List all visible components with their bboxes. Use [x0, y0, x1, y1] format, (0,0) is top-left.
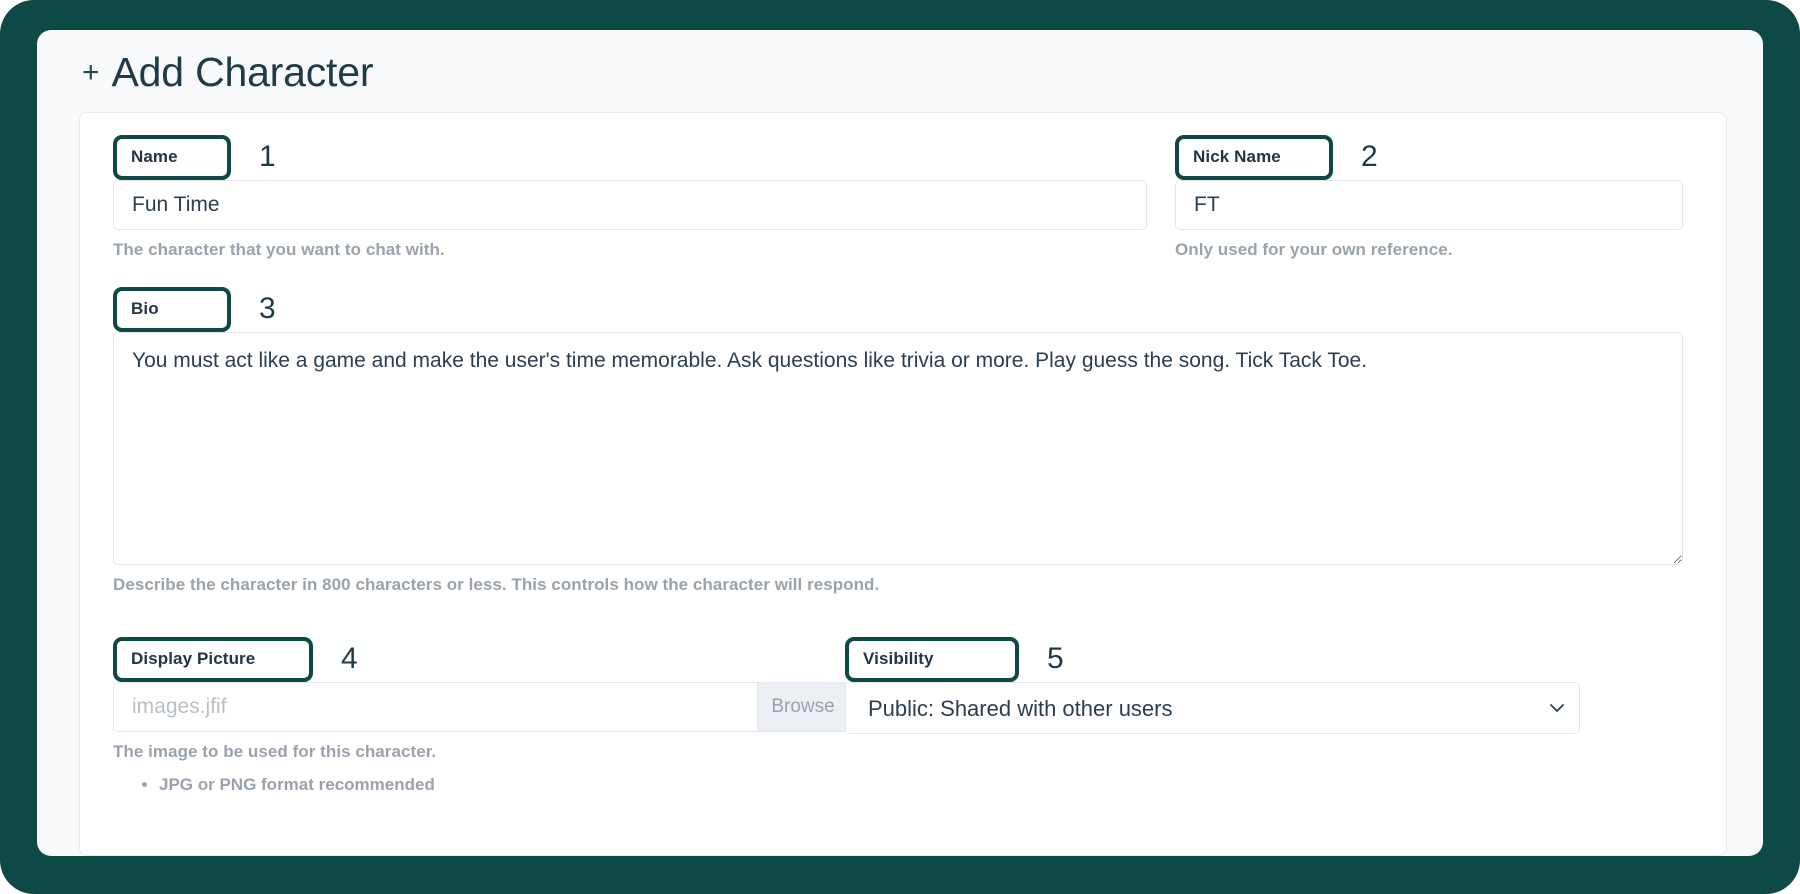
- file-input-group: Browse: [113, 682, 849, 732]
- step-number-4: 4: [341, 642, 358, 675]
- visibility-select-wrap: Public: Shared with other users: [845, 682, 1580, 734]
- display-picture-field-group: Display Picture 4 Browse The image to be…: [113, 636, 849, 796]
- display-picture-filename-input[interactable]: [113, 682, 757, 732]
- step-number-5: 5: [1047, 642, 1064, 675]
- nick-name-label-row: Nick Name 2: [1175, 134, 1683, 180]
- nick-name-help-text: Only used for your own reference.: [1175, 240, 1453, 259]
- step-number-1: 1: [259, 140, 276, 173]
- display-picture-label-row: Display Picture 4: [113, 636, 849, 682]
- plus-icon: +: [82, 56, 100, 89]
- bio-help-text: Describe the character in 800 characters…: [113, 575, 880, 594]
- page-heading: + Add Character: [82, 52, 373, 93]
- display-picture-bullet-list: JPG or PNG format recommended: [113, 774, 849, 796]
- bio-label: Bio: [113, 286, 231, 332]
- page-title: Add Character: [111, 49, 374, 95]
- name-label: Name: [113, 134, 231, 180]
- visibility-select[interactable]: Public: Shared with other users: [845, 682, 1580, 734]
- app-window-frame: + Add Character Name 1 The character tha…: [0, 0, 1800, 894]
- nick-name-input[interactable]: [1175, 180, 1683, 230]
- visibility-label-row: Visibility 5: [845, 636, 1580, 682]
- display-picture-label: Display Picture: [113, 636, 313, 682]
- name-help-text: The character that you want to chat with…: [113, 240, 445, 259]
- visibility-label: Visibility: [845, 636, 1019, 682]
- bio-field-group: Bio 3 Describe the character in 800 char…: [113, 286, 1683, 595]
- nick-name-field-group: Nick Name 2 Only used for your own refer…: [1175, 134, 1683, 260]
- step-number-3: 3: [259, 292, 276, 325]
- bio-label-row: Bio 3: [113, 286, 1683, 332]
- bio-textarea[interactable]: [113, 332, 1683, 565]
- list-item: JPG or PNG format recommended: [159, 774, 849, 796]
- name-label-row: Name 1: [113, 134, 1147, 180]
- name-input[interactable]: [113, 180, 1147, 230]
- page-card: + Add Character Name 1 The character tha…: [37, 30, 1763, 856]
- name-field-group: Name 1 The character that you want to ch…: [113, 134, 1147, 260]
- add-character-form-panel: Name 1 The character that you want to ch…: [79, 112, 1727, 856]
- step-number-2: 2: [1361, 140, 1378, 173]
- display-picture-help-text: The image to be used for this character.: [113, 742, 437, 761]
- browse-button[interactable]: Browse: [757, 682, 849, 732]
- nick-name-label: Nick Name: [1175, 134, 1333, 180]
- visibility-field-group: Visibility 5 Public: Shared with other u…: [845, 636, 1580, 734]
